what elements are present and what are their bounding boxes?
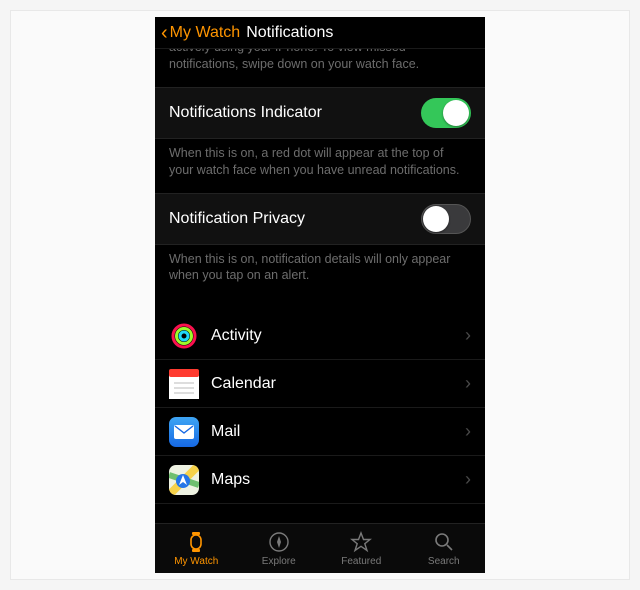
chevron-right-icon: › xyxy=(465,373,471,394)
watch-icon xyxy=(184,530,208,554)
nav-bar: ‹ My Watch Notifications xyxy=(155,17,485,49)
notifications-indicator-label: Notifications Indicator xyxy=(169,104,322,122)
notification-privacy-footer: When this is on, notification details wi… xyxy=(155,245,485,299)
toggle-knob xyxy=(423,206,449,232)
app-label: Calendar xyxy=(211,375,465,393)
screenshot-frame: ‹ My Watch Notifications actively using … xyxy=(10,10,630,580)
tab-explore[interactable]: Explore xyxy=(238,524,321,573)
search-icon xyxy=(432,530,456,554)
app-row-mail[interactable]: Mail › xyxy=(155,408,485,456)
back-button[interactable]: My Watch xyxy=(170,24,241,42)
tab-featured[interactable]: Featured xyxy=(320,524,403,573)
tab-label: Featured xyxy=(341,556,381,567)
activity-rings-icon xyxy=(169,321,199,351)
toggle-knob xyxy=(443,100,469,126)
notifications-indicator-toggle[interactable] xyxy=(421,98,471,128)
tab-my-watch[interactable]: My Watch xyxy=(155,524,238,573)
notifications-indicator-footer: When this is on, a red dot will appear a… xyxy=(155,139,485,193)
notification-privacy-label: Notification Privacy xyxy=(169,210,305,228)
chevron-right-icon: › xyxy=(465,325,471,346)
app-label: Mail xyxy=(211,423,465,441)
tab-bar: My Watch Explore Featured xyxy=(155,523,485,573)
app-label: Activity xyxy=(211,327,465,345)
notification-privacy-toggle[interactable] xyxy=(421,204,471,234)
notification-privacy-cell[interactable]: Notification Privacy xyxy=(155,193,485,245)
tab-label: Search xyxy=(428,556,460,567)
mail-icon xyxy=(169,417,199,447)
app-label: Maps xyxy=(211,471,465,489)
calendar-icon xyxy=(169,369,199,399)
app-list: Activity › C xyxy=(155,312,485,504)
chevron-right-icon: › xyxy=(465,421,471,442)
phone-screen: ‹ My Watch Notifications actively using … xyxy=(155,17,485,573)
chevron-right-icon: › xyxy=(465,469,471,490)
chevron-left-icon[interactable]: ‹ xyxy=(161,23,170,43)
app-row-maps[interactable]: Maps › xyxy=(155,456,485,504)
tab-label: Explore xyxy=(262,556,296,567)
tab-search[interactable]: Search xyxy=(403,524,486,573)
tab-label: My Watch xyxy=(174,556,218,567)
app-row-activity[interactable]: Activity › xyxy=(155,312,485,360)
maps-icon xyxy=(169,465,199,495)
settings-scroll[interactable]: actively using your iPhone. To view miss… xyxy=(155,49,485,523)
section-footer-text: actively using your iPhone. To view miss… xyxy=(155,49,485,87)
compass-icon xyxy=(267,530,291,554)
app-row-calendar[interactable]: Calendar › xyxy=(155,360,485,408)
star-icon xyxy=(349,530,373,554)
notifications-indicator-cell[interactable]: Notifications Indicator xyxy=(155,87,485,139)
page-title: Notifications xyxy=(246,24,333,42)
